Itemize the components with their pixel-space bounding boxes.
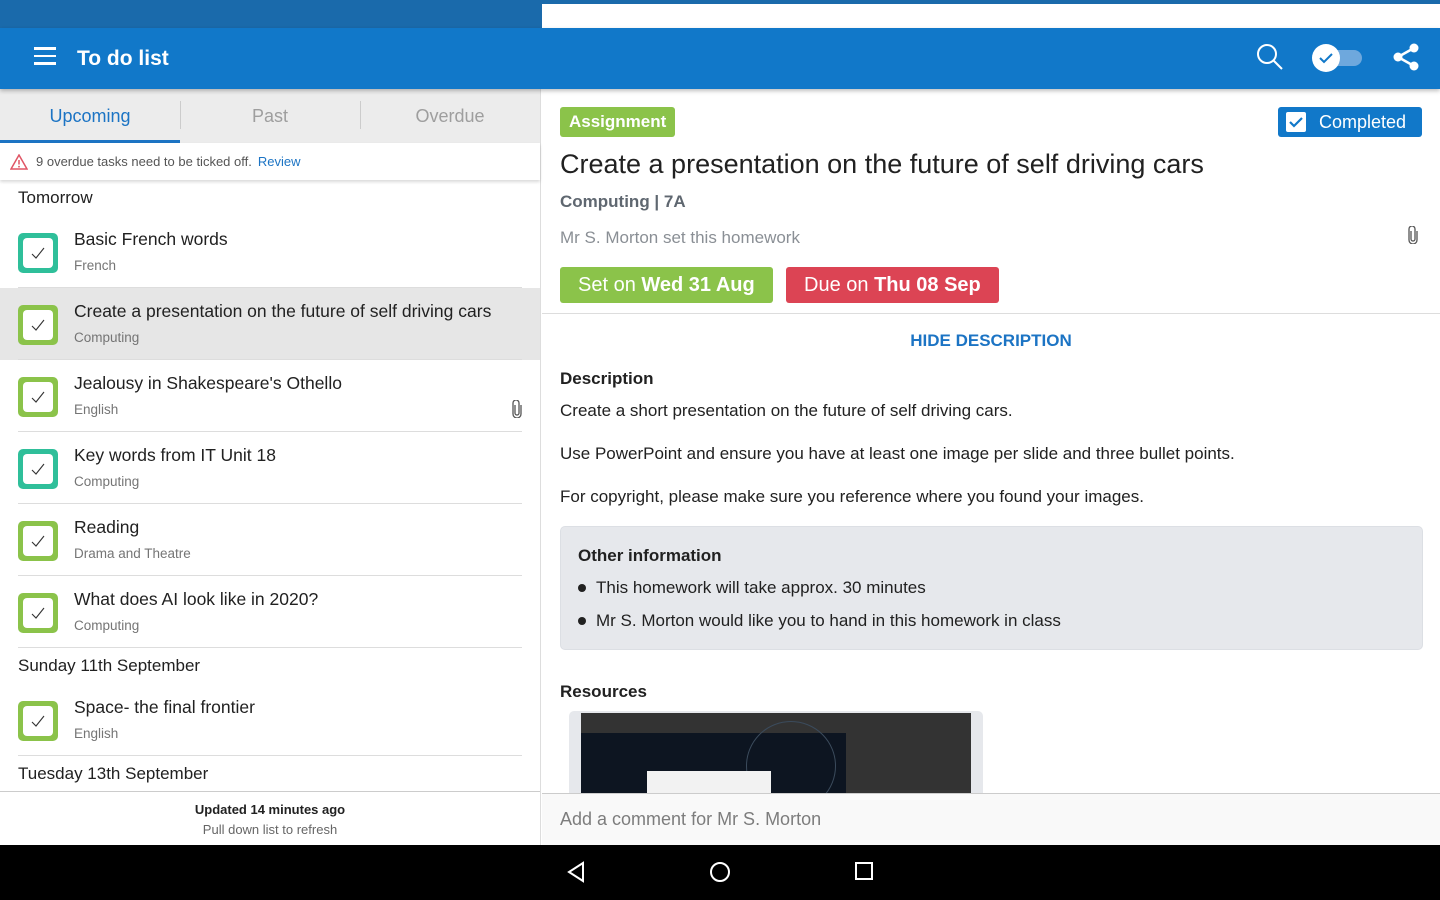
check-icon [31, 463, 45, 475]
task-list-item[interactable]: Space- the final frontier English [0, 684, 540, 756]
task-checkbox[interactable] [18, 377, 58, 417]
tab-upcoming[interactable]: Upcoming [0, 89, 180, 143]
refresh-hint: Pull down list to refresh [202, 822, 338, 837]
task-title: Create a presentation on the future of s… [74, 301, 492, 321]
warning-icon [10, 153, 28, 170]
task-subject: English [74, 726, 119, 741]
check-icon [31, 607, 45, 619]
task-list[interactable]: Tomorrow Basic French words French Creat… [0, 180, 540, 791]
check-icon [31, 391, 45, 403]
page-title: To do list [77, 47, 169, 70]
task-list-item[interactable]: What does AI look like in 2020? Computin… [0, 576, 540, 648]
section-heading: Tomorrow [18, 188, 93, 207]
info-bullet: Mr S. Morton would like you to hand in t… [578, 611, 1061, 631]
description-heading: Description [560, 369, 654, 388]
task-checkbox[interactable] [18, 449, 58, 489]
set-on-prefix: Set on [578, 274, 642, 296]
search-icon[interactable] [1256, 43, 1284, 71]
divider [542, 313, 1440, 314]
completed-label: Completed [1319, 111, 1407, 132]
home-icon[interactable] [709, 861, 731, 883]
check-icon [1319, 53, 1333, 64]
task-subject: Computing [74, 618, 140, 633]
check-icon [31, 247, 45, 259]
task-list-item[interactable]: Key words from IT Unit 18 Computing [0, 432, 540, 504]
menu-icon[interactable] [34, 47, 56, 69]
task-subject: French [74, 258, 117, 273]
other-information-heading: Other information [578, 546, 722, 565]
task-title: Reading [74, 517, 140, 537]
attachment-icon [512, 400, 522, 418]
system-nav-bar [0, 845, 1440, 900]
task-checkbox[interactable] [18, 305, 58, 345]
review-link[interactable]: Review [258, 154, 301, 169]
tab-bar: Upcoming Past Overdue [0, 89, 540, 143]
completed-button[interactable]: Completed [1278, 107, 1422, 137]
description-paragraph: Use PowerPoint and ensure you have at le… [560, 444, 1235, 463]
share-icon[interactable] [1392, 43, 1420, 71]
section-heading: Sunday 11th September [18, 656, 201, 675]
task-subject: Drama and Theatre [74, 546, 191, 561]
resources-heading: Resources [560, 682, 647, 701]
section-heading: Tuesday 13th September [18, 764, 209, 783]
alert-text: 9 overdue tasks need to be ticked off. [36, 154, 252, 169]
set-on-value: Wed 31 Aug [641, 274, 755, 296]
set-on-date: Set on Wed 31 Aug [560, 267, 773, 303]
other-information-box: Other information This homework will tak… [560, 526, 1423, 650]
comment-input[interactable] [542, 794, 1440, 845]
task-checkbox[interactable] [18, 701, 58, 741]
task-title: Basic French words [74, 229, 228, 249]
hide-description-button[interactable]: HIDE DESCRIPTION [542, 331, 1440, 351]
resource-thumbnail[interactable] [569, 711, 983, 801]
attachment-icon [1408, 226, 1418, 244]
task-subject: English [74, 402, 119, 417]
due-on-date: Due on Thu 08 Sep [786, 267, 999, 303]
description-paragraph: For copyright, please make sure you refe… [560, 487, 1144, 506]
check-icon [31, 715, 45, 727]
type-badge: Assignment [560, 107, 676, 137]
task-list-item[interactable]: Basic French words French [0, 216, 540, 288]
completed-filter-toggle[interactable] [1312, 42, 1364, 72]
task-list-item[interactable]: Jealousy in Shakespeare's Othello Englis… [0, 360, 540, 432]
task-list-panel: Upcoming Past Overdue 9 overdue tasks ne… [0, 89, 541, 845]
task-checkbox[interactable] [18, 233, 58, 273]
updated-text: Updated 14 minutes ago [194, 802, 346, 817]
homework-title: Create a presentation on the future of s… [560, 149, 1204, 179]
info-bullet: This homework will take approx. 30 minut… [578, 578, 926, 598]
task-checkbox[interactable] [18, 521, 58, 561]
task-subject: Computing [74, 330, 140, 345]
task-title: Key words from IT Unit 18 [74, 445, 276, 465]
task-title: Space- the final frontier [74, 697, 255, 717]
due-on-prefix: Due on [804, 274, 875, 296]
back-icon[interactable] [566, 861, 586, 883]
task-list-item[interactable]: Reading Drama and Theatre [0, 504, 540, 576]
info-text: This homework will take approx. 30 minut… [596, 578, 926, 597]
comment-bar [542, 793, 1440, 845]
due-on-value: Thu 08 Sep [874, 274, 981, 296]
task-subject: Computing [74, 474, 140, 489]
recents-icon[interactable] [854, 861, 874, 881]
task-title: What does AI look like in 2020? [74, 589, 319, 609]
app-bar: To do list [0, 28, 1440, 89]
task-title: Jealousy in Shakespeare's Othello [74, 373, 342, 393]
info-text: Mr S. Morton would like you to hand in t… [596, 611, 1061, 630]
check-icon [31, 535, 45, 547]
set-by-text: Mr S. Morton set this homework [560, 228, 800, 247]
subject-class: Computing | 7A [560, 192, 686, 211]
refresh-footer: Updated 14 minutes ago Pull down list to… [0, 791, 540, 845]
task-list-item[interactable]: Create a presentation on the future of s… [0, 288, 540, 360]
description-paragraph: Create a short presentation on the futur… [560, 401, 1013, 420]
task-checkbox[interactable] [18, 593, 58, 633]
checkbox-checked-icon [1289, 117, 1303, 128]
overdue-alert: 9 overdue tasks need to be ticked off. R… [0, 143, 540, 180]
status-bar: 4:55 [0, 0, 1440, 760]
homework-detail-panel: Assignment Completed Create a presentati… [542, 89, 1440, 845]
tab-past[interactable]: Past [180, 89, 360, 143]
check-icon [31, 319, 45, 331]
tab-overdue[interactable]: Overdue [360, 89, 540, 143]
